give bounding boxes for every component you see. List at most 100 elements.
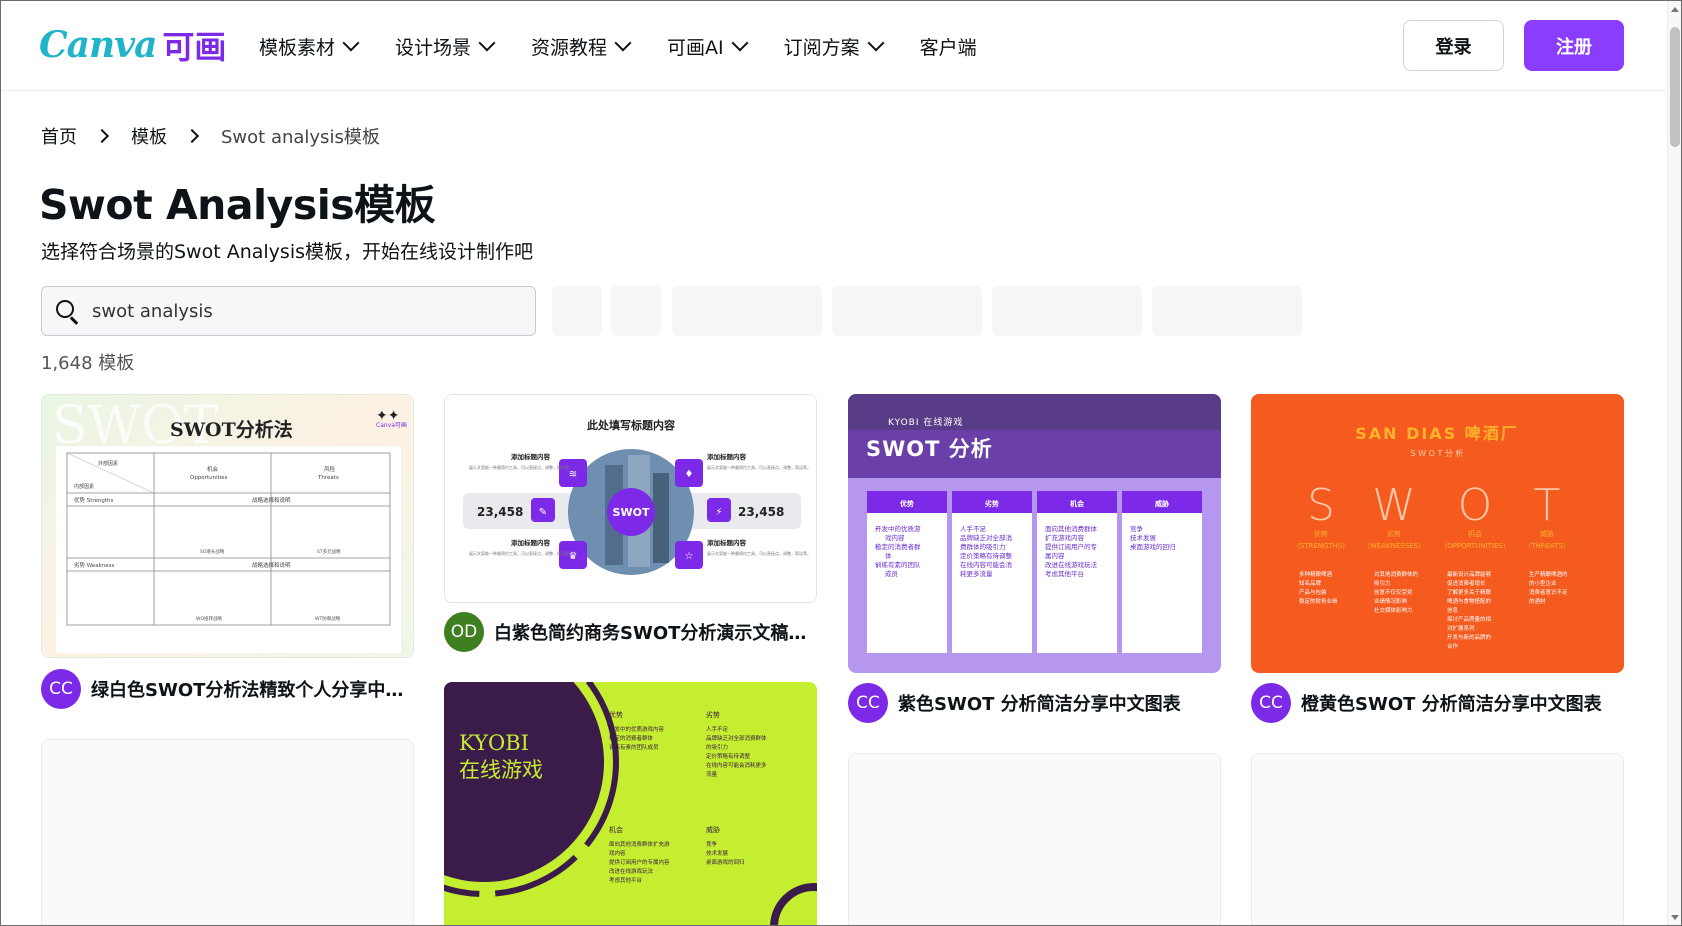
svg-text:内部因素: 内部因素 xyxy=(74,483,94,490)
breadcrumb: 首页 模板 Swot analysis模板 xyxy=(41,123,380,149)
chevron-down-icon xyxy=(614,34,632,52)
template-card-meta[interactable]: CC 橙黄色SWOT 分析简洁分享中文图表 xyxy=(1251,683,1624,723)
template-thumbnail: SWOT SWOT分析法 ✦✦ Canva可画 外部因素 内部因素 机会 Opp… xyxy=(42,395,413,657)
nav-canva-ai[interactable]: 可画AI xyxy=(667,33,749,60)
chevron-down-icon xyxy=(342,34,360,52)
svg-text:优势: 优势 xyxy=(900,499,914,508)
nav-templates[interactable]: 模板素材 xyxy=(259,33,360,60)
svg-text:风险: 风险 xyxy=(324,465,336,473)
template-card-meta[interactable]: CC 绿白色SWOT分析法精致个人分享中文... xyxy=(41,669,414,709)
svg-text:SO增长战略: SO增长战略 xyxy=(200,548,225,555)
svg-text:展示文案能一种最简约工具，可以直接点，调整，简洁等。: 展示文案能一种最简约工具，可以直接点，调整，简洁等。 xyxy=(707,550,811,556)
thumb-brand-cn: 在线游戏 xyxy=(459,758,543,782)
login-button[interactable]: 登录 xyxy=(1403,20,1504,71)
svg-text:≋: ≋ xyxy=(569,469,577,480)
template-card-placeholder[interactable] xyxy=(1251,753,1624,925)
breadcrumb-home[interactable]: 首页 xyxy=(41,123,77,149)
svg-text:（WEAKNESSES）: （WEAKNESSES） xyxy=(1363,542,1425,550)
template-card-kyobi-green[interactable]: KYOBI 在线游戏 优势 开发中的优质游戏内容 稳定的消费者群体 训练有素的团… xyxy=(444,682,817,925)
nav-pricing[interactable]: 订阅方案 xyxy=(783,33,885,60)
svg-text:定价策略有待调整: 定价策略有待调整 xyxy=(960,551,1013,560)
svg-text:✎: ✎ xyxy=(539,507,547,518)
breadcrumb-templates[interactable]: 模板 xyxy=(131,123,167,149)
filter-chip-loading[interactable] xyxy=(611,286,661,336)
svg-text:添加标题内容: 添加标题内容 xyxy=(707,452,747,461)
filter-chip-loading[interactable] xyxy=(1152,286,1302,336)
thumb-brand: SAN DIAS 啤酒厂 xyxy=(1355,424,1519,443)
template-title[interactable]: 白紫色简约商务SWOT分析演示文稿结... xyxy=(494,619,817,645)
svg-text:☆: ☆ xyxy=(685,551,694,562)
logo-cn-wordmark: 可画 xyxy=(162,28,227,66)
template-title[interactable]: 绿白色SWOT分析法精致个人分享中文... xyxy=(91,676,414,702)
scrollbar-thumb[interactable] xyxy=(1670,27,1680,147)
svg-text:♦: ♦ xyxy=(685,469,694,480)
filter-chip-loading[interactable] xyxy=(992,286,1142,336)
svg-text:Opportunities: Opportunities xyxy=(190,475,228,481)
svg-text:优势: 优势 xyxy=(609,710,623,719)
scroll-down-arrow-icon[interactable] xyxy=(1671,915,1679,920)
template-card-meta[interactable]: CC 紫色SWOT 分析简洁分享中文图表 xyxy=(848,683,1221,723)
nav-label: 资源教程 xyxy=(531,36,608,59)
svg-text:稳定的消费者群体: 稳定的消费者群体 xyxy=(609,734,654,742)
creator-avatar[interactable]: CC xyxy=(848,683,888,723)
search-input[interactable] xyxy=(92,300,512,322)
svg-text:改进在线游戏玩法: 改进在线游戏玩法 xyxy=(609,867,654,875)
svg-text:•: • xyxy=(875,526,879,533)
nav-resources[interactable]: 资源教程 xyxy=(531,33,632,60)
svg-text:创意不仅仅受到: 创意不仅仅受到 xyxy=(1374,588,1413,596)
main-nav: 模板素材 设计场景 资源教程 可画AI 订阅方案 客户端 xyxy=(259,1,1015,91)
scroll-up-arrow-icon[interactable] xyxy=(1671,7,1679,12)
svg-text:O: O xyxy=(1458,480,1493,531)
svg-text:生产精酿啤酒的: 生产精酿啤酒的 xyxy=(1529,570,1568,578)
template-card-orange-swot[interactable]: SAN DIAS 啤酒厂 S W O T 分 析 S W O T 优势 劣势 机… xyxy=(1251,394,1624,673)
svg-text:知名品牌: 知名品牌 xyxy=(1299,579,1322,587)
svg-text:开发与新的品牌的: 开发与新的品牌的 xyxy=(1447,633,1492,641)
svg-text:添加标题内容: 添加标题内容 xyxy=(511,538,551,547)
svg-text:的吸引力: 的吸引力 xyxy=(706,743,728,751)
svg-text:⚡: ⚡ xyxy=(715,507,722,518)
search-icon xyxy=(56,300,79,325)
svg-text:合作: 合作 xyxy=(1447,642,1459,650)
svg-text:成员: 成员 xyxy=(885,569,899,578)
template-card-placeholder[interactable] xyxy=(41,739,414,925)
svg-text:了解更多关于精酿: 了解更多关于精酿 xyxy=(1447,588,1492,596)
svg-text:劣势: 劣势 xyxy=(985,499,999,508)
template-card-meta[interactable]: OD 白紫色简约商务SWOT分析演示文稿结... xyxy=(444,612,817,652)
filter-chip-loading[interactable] xyxy=(552,286,602,336)
filter-chip-loading[interactable] xyxy=(832,286,982,336)
svg-text:展示文案能一种最简约工具，可以直接点，调整，简洁等。: 展示文案能一种最简约工具，可以直接点，调整，简洁等。 xyxy=(469,550,573,556)
svg-text:考虑其他平台: 考虑其他平台 xyxy=(1045,569,1084,578)
creator-avatar[interactable]: OD xyxy=(444,612,484,652)
template-card-white-purple-swot[interactable]: 此处填写标题内容 23,458 23,458 SWOT ≋ ♦ ♛ ☆ ✎ ⚡ … xyxy=(444,394,817,603)
svg-text:促进消费者增长: 促进消费者增长 xyxy=(1447,579,1486,587)
chevron-right-icon xyxy=(94,128,110,144)
svg-text:威胁: 威胁 xyxy=(706,825,720,834)
svg-text:社交媒体影响力: 社交媒体影响力 xyxy=(1374,606,1413,614)
svg-text:戏内容: 戏内容 xyxy=(609,849,626,857)
svg-text:业绩情况影响: 业绩情况影响 xyxy=(1374,597,1408,605)
nav-label: 订阅方案 xyxy=(783,36,860,59)
template-title[interactable]: 橙黄色SWOT 分析简洁分享中文图表 xyxy=(1301,690,1602,716)
search-box[interactable] xyxy=(41,286,536,336)
breadcrumb-current: Swot analysis模板 xyxy=(221,127,380,148)
svg-text:对其他消费群体的: 对其他消费群体的 xyxy=(1374,570,1419,578)
nav-design-scenes[interactable]: 设计场景 xyxy=(395,33,496,60)
svg-text:面向其他消费群体扩充游: 面向其他消费群体扩充游 xyxy=(609,840,670,848)
svg-text:竞争: 竞争 xyxy=(706,840,718,848)
canva-logo[interactable]: Canva 可画 xyxy=(39,21,226,69)
nav-client[interactable]: 客户端 xyxy=(920,33,977,60)
svg-text:费群体的吸引力: 费群体的吸引力 xyxy=(960,542,1006,551)
template-card-placeholder[interactable] xyxy=(848,753,1221,925)
svg-text:Threats: Threats xyxy=(317,475,339,481)
creator-avatar[interactable]: CC xyxy=(1251,683,1291,723)
svg-text:劣势: 劣势 xyxy=(706,710,720,719)
nav-label: 设计场景 xyxy=(395,36,472,59)
template-title[interactable]: 紫色SWOT 分析简洁分享中文图表 xyxy=(898,690,1181,716)
creator-avatar[interactable]: CC xyxy=(41,669,81,709)
filter-chip-loading[interactable] xyxy=(672,286,822,336)
template-card-purple-swot[interactable]: KYOBI 在线游戏 SWOT 分析 优势 劣势 机会 威胁 开发中的优质游 戏… xyxy=(848,394,1221,673)
svg-text:战略选择和说明: 战略选择和说明 xyxy=(252,496,291,504)
signup-button[interactable]: 注册 xyxy=(1524,20,1624,71)
svg-text:的酒材: 的酒材 xyxy=(1529,597,1546,605)
template-card-green-swot[interactable]: SWOT SWOT分析法 ✦✦ Canva可画 外部因素 内部因素 机会 Opp… xyxy=(41,394,414,658)
